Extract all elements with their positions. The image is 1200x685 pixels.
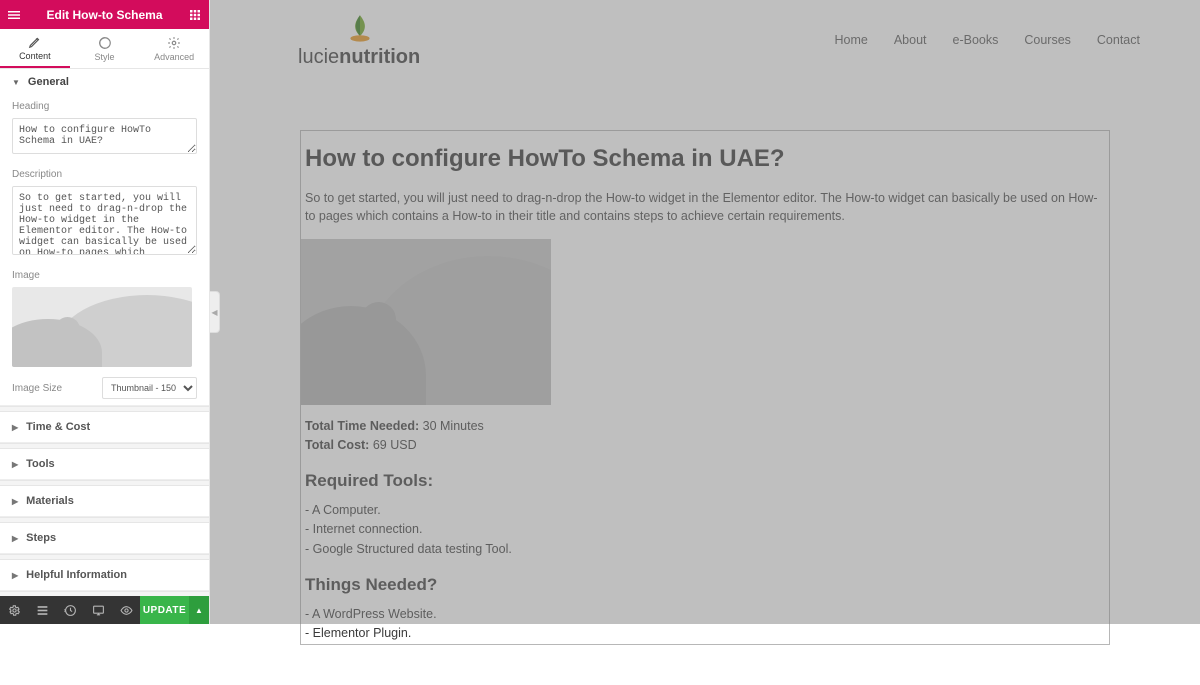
logo-text: lucienutrition xyxy=(298,46,420,69)
list-item: - Internet connection. xyxy=(305,520,1105,539)
description-label: Description xyxy=(12,169,197,180)
field-image-size: Image Size Thumbnail - 150 x 150 xyxy=(0,371,209,405)
site-nav: Home About e-Books Courses Contact xyxy=(834,33,1140,47)
materials-list: - A WordPress Website. - Elementor Plugi… xyxy=(301,605,1109,644)
sidebar-tabs: Content Style Advanced xyxy=(0,29,209,69)
caret-right-icon: ▶ xyxy=(12,423,18,432)
field-description: Description xyxy=(0,163,209,264)
field-heading: Heading xyxy=(0,95,209,163)
section-general: ▼ General Heading Description Image Image… xyxy=(0,69,209,406)
nav-contact[interactable]: Contact xyxy=(1097,33,1140,47)
section-steps[interactable]: ▶Steps xyxy=(0,523,209,554)
leaf-icon xyxy=(344,12,376,44)
navigator-icon[interactable] xyxy=(28,596,56,624)
list-item: - Google Structured data testing Tool. xyxy=(305,540,1105,559)
image-label: Image xyxy=(12,270,197,281)
settings-icon[interactable] xyxy=(0,596,28,624)
caret-right-icon: ▶ xyxy=(12,497,18,506)
sidebar-footer: UPDATE ▲ xyxy=(0,596,209,624)
howto-widget[interactable]: How to configure HowTo Schema in UAE? So… xyxy=(300,130,1110,645)
update-caret-button[interactable]: ▲ xyxy=(189,596,209,624)
heading-input[interactable] xyxy=(12,118,197,154)
howto-image-placeholder xyxy=(301,239,551,405)
nav-ebooks[interactable]: e-Books xyxy=(953,33,999,47)
list-item: - A WordPress Website. xyxy=(305,605,1105,624)
tools-heading: Required Tools: xyxy=(301,471,1109,491)
tab-content-label: Content xyxy=(19,51,51,61)
collapse-sidebar-handle[interactable]: ◀ xyxy=(210,291,220,333)
heading-label: Heading xyxy=(12,101,197,112)
materials-heading: Things Needed? xyxy=(301,575,1109,595)
nav-about[interactable]: About xyxy=(894,33,927,47)
site-logo[interactable]: lucienutrition xyxy=(300,12,420,69)
list-item: - Elementor Plugin. xyxy=(305,624,1105,643)
total-time-value: 30 Minutes xyxy=(423,419,484,433)
description-input[interactable] xyxy=(12,186,197,255)
nav-home[interactable]: Home xyxy=(834,33,867,47)
tab-advanced-label: Advanced xyxy=(154,52,194,62)
tools-list: - A Computer. - Internet connection. - G… xyxy=(301,501,1109,559)
section-general-header[interactable]: ▼ General xyxy=(0,69,209,95)
caret-right-icon: ▶ xyxy=(12,534,18,543)
image-size-label: Image Size xyxy=(12,383,94,394)
sidebar-body: ▼ General Heading Description Image Image… xyxy=(0,69,209,596)
menu-icon[interactable] xyxy=(0,0,28,29)
section-helpful-info[interactable]: ▶Helpful Information xyxy=(0,560,209,591)
section-time-cost[interactable]: ▶Time & Cost xyxy=(0,412,209,443)
section-materials[interactable]: ▶Materials xyxy=(0,486,209,517)
site-header: lucienutrition Home About e-Books Course… xyxy=(210,0,1200,80)
total-cost-value: 69 USD xyxy=(373,438,417,452)
tab-style-label: Style xyxy=(95,52,115,62)
section-tools[interactable]: ▶Tools xyxy=(0,449,209,480)
caret-right-icon: ▶ xyxy=(12,460,18,469)
caret-right-icon: ▶ xyxy=(12,571,18,580)
total-cost-label: Total Cost: xyxy=(305,438,369,452)
image-placeholder[interactable] xyxy=(12,287,192,367)
section-general-label: General xyxy=(28,76,69,88)
preview-area: lucienutrition Home About e-Books Course… xyxy=(210,0,1200,624)
update-button[interactable]: UPDATE xyxy=(140,596,189,624)
apps-icon[interactable] xyxy=(181,0,209,29)
history-icon[interactable] xyxy=(56,596,84,624)
page-content: How to configure HowTo Schema in UAE? So… xyxy=(210,130,1200,685)
total-time-label: Total Time Needed: xyxy=(305,419,419,433)
tab-style[interactable]: Style xyxy=(70,29,140,68)
sidebar-header: Edit How-to Schema xyxy=(0,0,209,29)
howto-title: How to configure HowTo Schema in UAE? xyxy=(301,145,1109,173)
editor-sidebar: Edit How-to Schema Content Style Advance… xyxy=(0,0,210,624)
sidebar-title: Edit How-to Schema xyxy=(28,8,181,22)
list-item: - A Computer. xyxy=(305,501,1105,520)
caret-down-icon: ▼ xyxy=(12,78,20,87)
update-wrap: UPDATE ▲ xyxy=(140,596,209,624)
howto-meta: Total Time Needed: 30 Minutes Total Cost… xyxy=(301,417,1109,455)
howto-description: So to get started, you will just need to… xyxy=(301,189,1109,225)
preview-icon[interactable] xyxy=(112,596,140,624)
responsive-icon[interactable] xyxy=(84,596,112,624)
image-size-select[interactable]: Thumbnail - 150 x 150 xyxy=(102,377,197,399)
nav-courses[interactable]: Courses xyxy=(1024,33,1071,47)
tab-content[interactable]: Content xyxy=(0,29,70,68)
tab-advanced[interactable]: Advanced xyxy=(139,29,209,68)
field-image: Image xyxy=(0,264,209,371)
